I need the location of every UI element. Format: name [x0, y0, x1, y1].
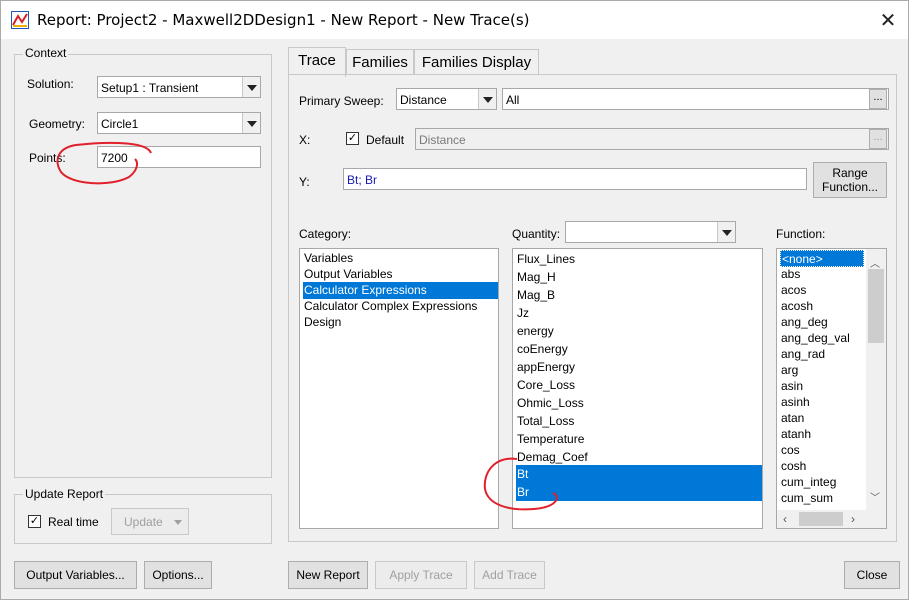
category-item-output-variables[interactable]: Output Variables: [303, 266, 498, 283]
update-button[interactable]: Update: [111, 508, 189, 535]
list-item[interactable]: Ohmic_Loss: [516, 395, 762, 412]
list-item-selected[interactable]: Bt: [516, 465, 762, 483]
y-field[interactable]: Bt; Br: [343, 168, 807, 190]
list-item[interactable]: Total_Loss: [516, 413, 762, 430]
function-label: Function:: [776, 227, 826, 241]
quantity-filter-select[interactable]: [565, 221, 736, 243]
x-ellipsis-button[interactable]: ...: [869, 129, 887, 149]
tab-families[interactable]: Families: [346, 49, 414, 75]
app-logo-icon: [11, 11, 29, 29]
quantity-label: Quantity:: [512, 227, 561, 241]
chevron-down-icon: [174, 520, 182, 525]
points-label: Points:: [29, 151, 66, 165]
chevron-right-icon[interactable]: ›: [851, 512, 855, 526]
range-function-label-2: Function...: [821, 180, 879, 194]
realtime-label: Real time: [48, 515, 99, 529]
list-item[interactable]: Demag_Coef: [516, 449, 762, 466]
primary-sweep-label: Primary Sweep:: [299, 94, 384, 108]
context-group-label: Context: [23, 46, 69, 60]
list-item[interactable]: Flux_Lines: [516, 251, 762, 268]
new-report-button[interactable]: New Report: [288, 561, 368, 589]
category-item-variables[interactable]: Variables: [303, 250, 498, 267]
sweep-range-field[interactable]: All: [502, 88, 889, 110]
title-bar: Report: Project2 - Maxwell2DDesign1 - Ne…: [1, 1, 908, 39]
window-title: Report: Project2 - Maxwell2DDesign1 - Ne…: [37, 11, 530, 29]
list-item[interactable]: Jz: [516, 305, 762, 322]
list-item[interactable]: Core_Loss: [516, 377, 762, 394]
x-field: Distance: [415, 128, 889, 150]
list-item[interactable]: Mag_H: [516, 269, 762, 286]
list-item-selected[interactable]: Br: [516, 483, 762, 501]
range-function-button[interactable]: Range Function...: [813, 162, 887, 198]
category-label: Category:: [299, 227, 352, 241]
geometry-value: Circle1: [101, 117, 139, 131]
geometry-select[interactable]: Circle1: [97, 112, 261, 134]
category-item-calculator-expressions[interactable]: Calculator Expressions: [303, 282, 498, 299]
chevron-down-icon[interactable]: [478, 89, 496, 109]
chevron-up-icon[interactable]: ︿: [870, 255, 880, 270]
chevron-down-icon[interactable]: ﹀: [870, 489, 880, 504]
list-item[interactable]: coEnergy: [516, 341, 762, 358]
default-label: Default: [366, 133, 405, 147]
category-item-calculator-complex-expressions[interactable]: Calculator Complex Expressions: [303, 298, 498, 315]
x-value: Distance: [419, 133, 466, 147]
update-report-group-label: Update Report: [23, 487, 106, 501]
tab-families-display[interactable]: Families Display: [414, 49, 539, 75]
output-variables-button[interactable]: Output Variables...: [14, 561, 137, 589]
function-horizontal-scrollbar[interactable]: ‹ ›: [777, 510, 886, 528]
x-label: X:: [299, 133, 311, 147]
y-value: Bt; Br: [347, 173, 378, 187]
points-value: 7200: [101, 151, 128, 165]
primary-sweep-select[interactable]: Distance: [396, 88, 497, 110]
tab-trace[interactable]: Trace: [288, 47, 346, 77]
realtime-checkbox[interactable]: ✓: [28, 515, 41, 528]
points-input[interactable]: 7200: [97, 146, 261, 168]
quantity-list[interactable]: Flux_Lines Mag_H Mag_B Jz energy coEnerg…: [512, 248, 763, 529]
list-item[interactable]: energy: [516, 323, 762, 340]
list-item[interactable]: Mag_B: [516, 287, 762, 304]
sweep-range-ellipsis-button[interactable]: ...: [869, 89, 887, 109]
chevron-down-icon[interactable]: [242, 77, 260, 97]
solution-value: Setup1 : Transient: [101, 81, 199, 95]
add-trace-button[interactable]: Add Trace: [474, 561, 545, 589]
list-item[interactable]: Temperature: [516, 431, 762, 448]
list-item-selected[interactable]: <none>: [780, 250, 864, 267]
chevron-down-icon[interactable]: [242, 113, 260, 133]
update-button-label: Update: [124, 515, 163, 529]
function-list[interactable]: <none> abs acos acosh ang_deg ang_deg_va…: [776, 248, 887, 529]
y-label: Y:: [299, 175, 310, 189]
category-list[interactable]: Variables Output Variables Calculator Ex…: [299, 248, 499, 529]
list-item[interactable]: appEnergy: [516, 359, 762, 376]
function-vertical-scrollbar[interactable]: ︿ ﹀: [866, 249, 886, 510]
default-checkbox[interactable]: ✓: [346, 132, 359, 145]
chevron-down-icon[interactable]: [717, 222, 735, 242]
close-icon[interactable]: ✕: [873, 5, 903, 35]
solution-label: Solution:: [27, 77, 74, 91]
report-dialog: Report: Project2 - Maxwell2DDesign1 - Ne…: [0, 0, 909, 600]
scroll-thumb[interactable]: [868, 269, 884, 343]
apply-trace-button[interactable]: Apply Trace: [375, 561, 467, 589]
options-button[interactable]: Options...: [144, 561, 212, 589]
range-function-label-1: Range: [832, 166, 868, 180]
close-button[interactable]: Close: [844, 561, 900, 589]
chevron-left-icon[interactable]: ‹: [783, 512, 787, 526]
category-item-design[interactable]: Design: [303, 314, 498, 331]
solution-select[interactable]: Setup1 : Transient: [97, 76, 261, 98]
sweep-range-value: All: [506, 93, 520, 107]
geometry-label: Geometry:: [29, 117, 86, 131]
scroll-thumb[interactable]: [799, 512, 843, 526]
primary-sweep-value: Distance: [400, 93, 447, 107]
